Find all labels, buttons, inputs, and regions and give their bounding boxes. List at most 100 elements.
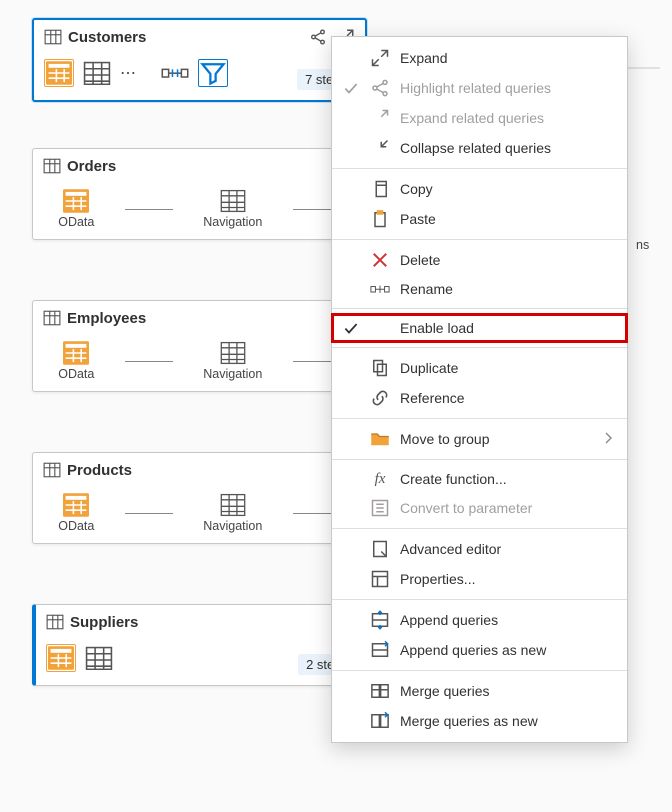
flow-step-label: OData (58, 215, 94, 229)
menu-item-properties[interactable]: Properties... (332, 564, 627, 594)
flow-connector (125, 513, 173, 514)
append-new-icon (370, 640, 390, 660)
share-icon (370, 78, 390, 98)
query-card-orders[interactable]: Orders OData Navigation (32, 148, 367, 240)
filter-icon[interactable] (198, 59, 228, 87)
folder-icon (370, 429, 390, 449)
menu-label: Copy (400, 181, 613, 197)
menu-item-rename[interactable]: Rename (332, 275, 627, 303)
card-title: Customers (68, 29, 309, 46)
expand-icon (370, 48, 390, 68)
navigation-icon (220, 341, 246, 365)
menu-separator (332, 528, 627, 529)
table-icon (43, 309, 61, 327)
table-icon (44, 28, 62, 46)
menu-separator (332, 347, 627, 348)
card-title: Employees (67, 310, 356, 327)
delete-icon (370, 250, 390, 270)
card-title: Suppliers (70, 614, 356, 631)
menu-item-highlight-related[interactable]: Highlight related queries (332, 73, 627, 103)
menu-item-append[interactable]: Append queries (332, 605, 627, 635)
share-icon[interactable] (309, 28, 327, 46)
menu-item-merge-new[interactable]: Merge queries as new (332, 706, 627, 736)
query-card-employees[interactable]: Employees OData Navigation (32, 300, 367, 392)
collapse-icon (370, 138, 390, 158)
menu-item-paste[interactable]: Paste (332, 204, 627, 234)
menu-item-expand[interactable]: Expand (332, 43, 627, 73)
menu-item-reference[interactable]: Reference (332, 383, 627, 413)
menu-item-expand-related[interactable]: Expand related queries (332, 103, 627, 133)
menu-item-convert-to-parameter[interactable]: Convert to parameter (332, 493, 627, 523)
menu-label: Reference (400, 390, 613, 406)
grid-icon[interactable] (82, 59, 112, 87)
flow-connector (125, 209, 173, 210)
flow-connector (125, 361, 173, 362)
merge-new-icon (370, 711, 390, 731)
menu-item-collapse-related[interactable]: Collapse related queries (332, 133, 627, 163)
duplicate-icon (370, 358, 390, 378)
menu-item-copy[interactable]: Copy (332, 174, 627, 204)
editor-icon (370, 539, 390, 559)
properties-icon (370, 569, 390, 589)
menu-item-merge[interactable]: Merge queries (332, 676, 627, 706)
expand-out-icon (370, 108, 390, 128)
menu-label: Properties... (400, 571, 613, 587)
menu-item-move-to-group[interactable]: Move to group (332, 424, 627, 454)
menu-label: Duplicate (400, 360, 613, 376)
paste-icon (370, 209, 390, 229)
odata-icon (63, 341, 89, 365)
menu-label: Create function... (400, 471, 613, 487)
menu-label: Paste (400, 211, 613, 227)
more-icon[interactable]: ⋯ (120, 63, 136, 83)
menu-separator (332, 239, 627, 240)
table-icon (43, 157, 61, 175)
reference-icon (370, 388, 390, 408)
merge-icon (370, 681, 390, 701)
menu-item-delete[interactable]: Delete (332, 245, 627, 275)
menu-item-append-new[interactable]: Append queries as new (332, 635, 627, 665)
query-card-suppliers[interactable]: Suppliers 2 steps (32, 604, 367, 686)
menu-label: Expand (400, 50, 613, 66)
data-view-icon[interactable] (46, 644, 76, 672)
navigation-icon (220, 493, 246, 517)
menu-label: Enable load (400, 320, 613, 336)
data-view-icon[interactable] (44, 59, 74, 87)
menu-label: Convert to parameter (400, 500, 613, 516)
query-card-customers[interactable]: Customers ⋯ (32, 18, 367, 102)
menu-item-duplicate[interactable]: Duplicate (332, 353, 627, 383)
relationship-icon[interactable] (160, 59, 190, 87)
menu-label: Append queries (400, 612, 613, 628)
menu-separator (332, 168, 627, 169)
function-icon: fx (370, 471, 390, 488)
flow-step-label: OData (58, 367, 94, 381)
menu-separator (332, 308, 627, 309)
menu-item-create-function[interactable]: fx Create function... (332, 465, 627, 493)
menu-item-advanced-editor[interactable]: Advanced editor (332, 534, 627, 564)
chevron-right-icon (603, 431, 613, 448)
table-icon (46, 613, 64, 631)
menu-label: Advanced editor (400, 541, 613, 557)
grid-icon[interactable] (84, 644, 114, 672)
menu-item-enable-load[interactable]: Enable load (332, 314, 627, 342)
menu-label: Expand related queries (400, 110, 613, 126)
append-icon (370, 610, 390, 630)
flow-step-label: Navigation (203, 215, 262, 229)
parameter-icon (370, 498, 390, 518)
card-title: Orders (67, 158, 356, 175)
query-card-products[interactable]: Products OData Navigation (32, 452, 367, 544)
check-icon (342, 319, 360, 337)
navigation-icon (220, 189, 246, 213)
menu-label: Merge queries as new (400, 713, 613, 729)
copy-icon (370, 179, 390, 199)
menu-label: Rename (400, 281, 613, 297)
flow-step-label: Navigation (203, 519, 262, 533)
table-icon (43, 461, 61, 479)
menu-separator (332, 599, 627, 600)
card-title: Products (67, 462, 356, 479)
menu-separator (332, 670, 627, 671)
flow-step-label: Navigation (203, 367, 262, 381)
flow-step-label: OData (58, 519, 94, 533)
menu-separator (332, 418, 627, 419)
menu-label: Collapse related queries (400, 140, 613, 156)
menu-label: Append queries as new (400, 642, 613, 658)
